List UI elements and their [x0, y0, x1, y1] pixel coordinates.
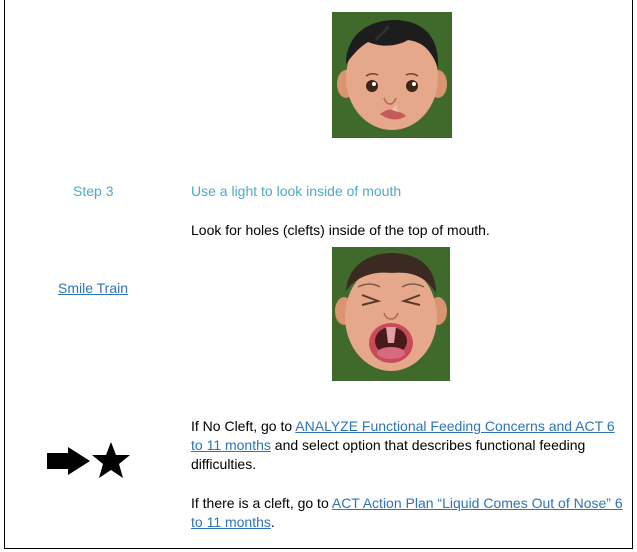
baby-open-mouth-image — [332, 247, 450, 381]
arrow-star-icons — [46, 440, 132, 480]
baby-cleft-lip-image — [332, 12, 452, 138]
baby-open-mouth-illustration — [335, 253, 447, 371]
frame-left-border — [4, 0, 5, 392]
star-icon — [92, 442, 130, 478]
smile-train-link[interactable]: Smile Train — [58, 280, 128, 296]
no-cleft-prefix: If No Cleft, go to — [191, 418, 296, 434]
step-label: Step 3 — [73, 183, 114, 199]
cleft-prefix: If there is a cleft, go to — [191, 495, 332, 511]
step-instruction: Use a light to look inside of mouth — [191, 183, 402, 199]
no-cleft-paragraph: If No Cleft, go to ANALYZE Functional Fe… — [191, 417, 627, 474]
look-for-text: Look for holes (clefts) inside of the to… — [191, 222, 490, 238]
frame-right-border — [632, 0, 633, 392]
arrow-icon — [47, 447, 90, 475]
cleft-suffix: . — [270, 514, 275, 530]
baby-cleft-lip-illustration — [337, 20, 447, 130]
cleft-paragraph: If there is a cleft, go to ACT Action Pl… — [191, 494, 627, 532]
